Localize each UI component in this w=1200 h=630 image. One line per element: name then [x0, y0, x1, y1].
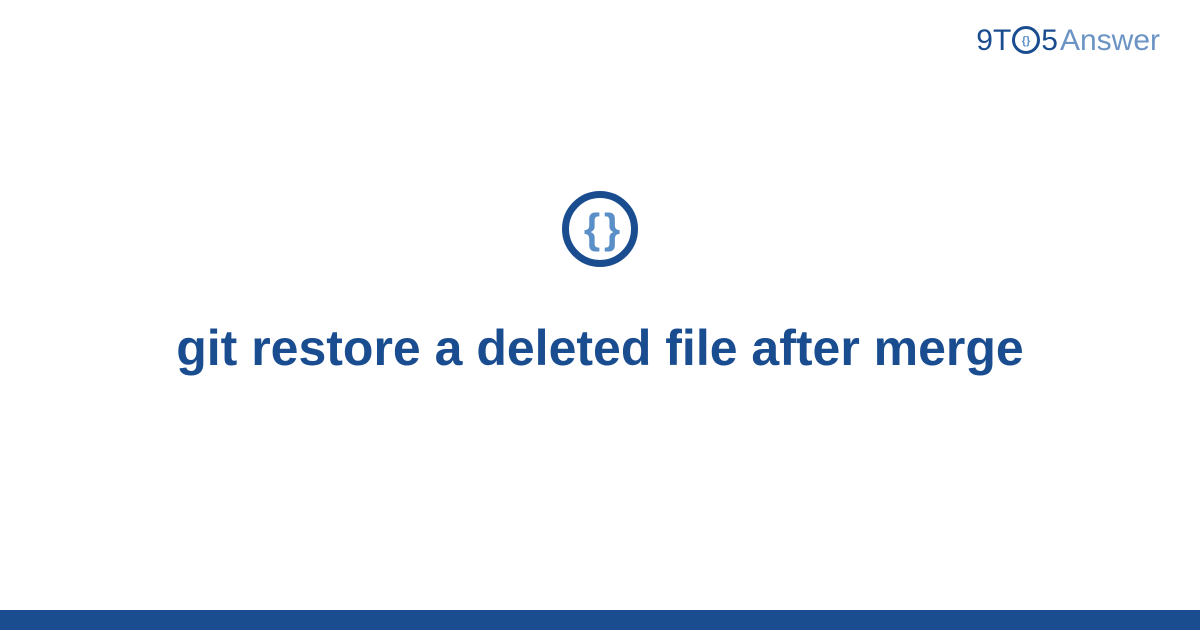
- main-content: { } git restore a deleted file after mer…: [0, 0, 1200, 630]
- footer-bar: [0, 610, 1200, 630]
- braces-glyph: { }: [584, 205, 616, 253]
- page-title: git restore a deleted file after merge: [176, 317, 1024, 380]
- braces-circle-icon: { }: [562, 191, 638, 267]
